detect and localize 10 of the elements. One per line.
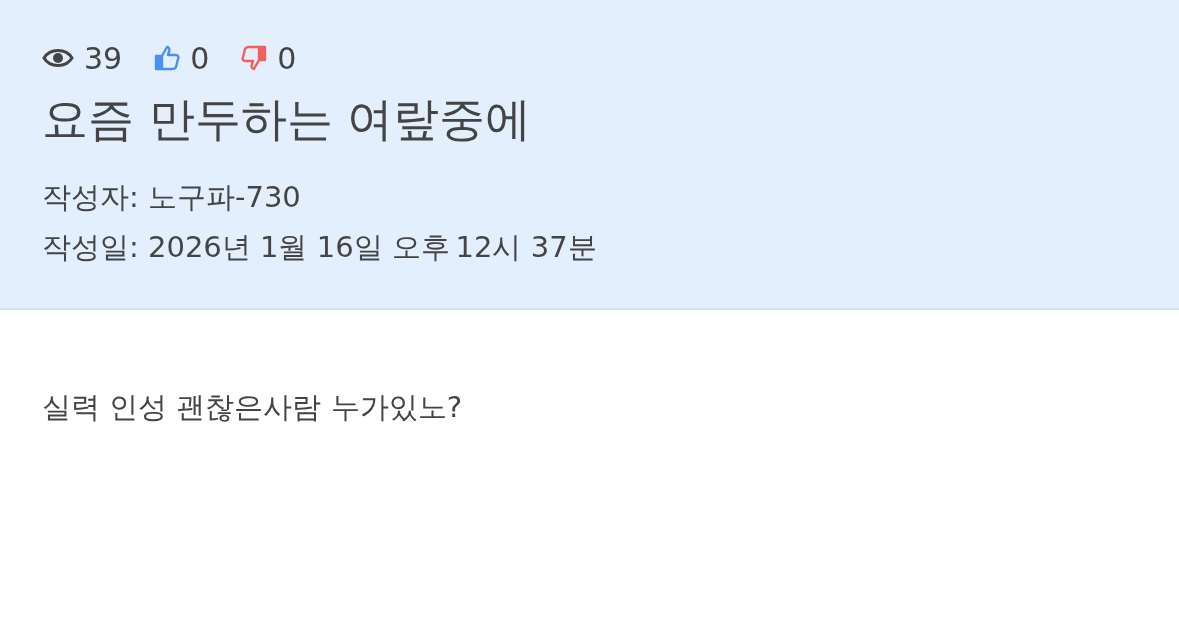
eye-icon [42,47,74,69]
dislike-count: 0 [277,40,297,76]
thumbs-down-icon [241,45,268,71]
like-count: 0 [190,40,210,76]
date-line: 작성일: 2026년 1월 16일 오후 12시 37분 [42,228,598,266]
view-count: 39 [84,40,123,76]
post-body: 실력 인성 괜찮은사람 누가있노? [42,388,464,426]
thumbs-up-icon [154,45,181,71]
author-line: 작성자: 노구파-730 [42,178,302,216]
post-title: 요즘 만두하는 여랖중에 [42,91,533,148]
